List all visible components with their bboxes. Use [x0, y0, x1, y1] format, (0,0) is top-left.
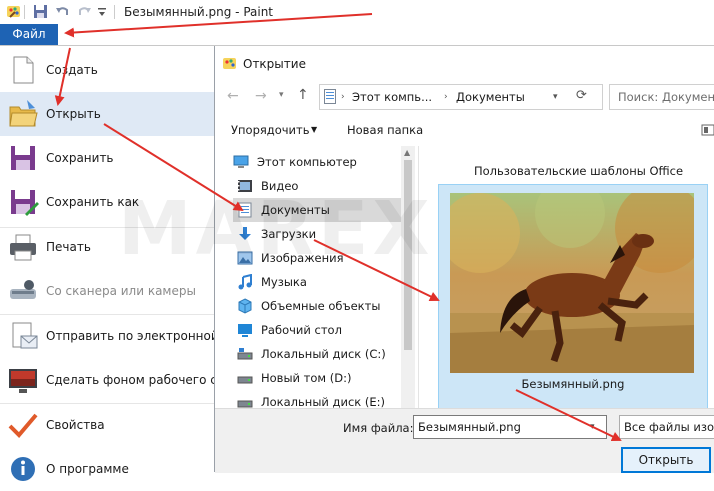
arrow-to-open-item	[54, 47, 71, 106]
arrow-to-image	[313, 239, 440, 302]
arrow-to-documents	[103, 123, 244, 212]
annotation-arrows	[54, 13, 622, 442]
arrow-to-file-tab	[64, 13, 373, 38]
arrow-to-open-button	[515, 389, 622, 442]
